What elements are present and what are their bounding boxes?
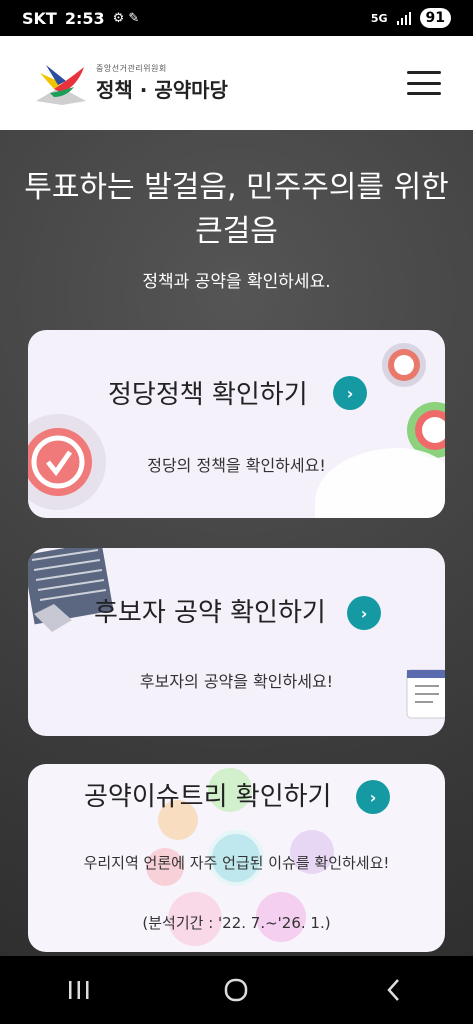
hero-subtitle: 정책과 공약을 확인하세요. xyxy=(142,272,331,292)
issue-tree-desc: 우리지역 언론에 자주 언급된 이슈를 확인하세요! xyxy=(83,854,390,872)
back-button[interactable] xyxy=(364,970,424,1010)
carrier-label: SKT xyxy=(22,8,57,28)
party-policy-title: 정당정책 확인하기 xyxy=(108,380,308,410)
home-icon xyxy=(225,978,248,1002)
candidate-pledge-card[interactable]: 후보자 공약 확인하기 › 후보자의 공약을 확인하세요! xyxy=(28,548,445,736)
party-policy-card[interactable]: 정당정책 확인하기 › 정당의 정책을 확인하세요! xyxy=(28,330,445,518)
clock: 2:53 xyxy=(64,8,105,28)
battery-indicator: 91 xyxy=(419,8,451,28)
hero-title: 투표하는 발걸음, 민주주의를 위한 큰걸음 xyxy=(24,170,449,249)
signal-icon xyxy=(396,12,411,25)
candidate-pledge-arrow-button[interactable]: › xyxy=(347,596,381,630)
back-icon xyxy=(387,979,400,1001)
election-commission-logo-icon xyxy=(36,65,86,105)
candidate-pledge-title: 후보자 공약 확인하기 xyxy=(94,598,326,628)
analysis-period: (분석기간 : '22. 7.~'26. 1.) xyxy=(142,914,331,932)
notification-icon: ⚙ ✎ xyxy=(112,10,140,26)
site-title: 정책 · 공약마당 xyxy=(96,78,228,102)
party-policy-arrow-button[interactable]: › xyxy=(333,376,367,410)
issue-tree-title: 공약이슈트리 확인하기 xyxy=(84,782,332,812)
issue-tree-arrow-button[interactable]: › xyxy=(356,780,390,814)
recent-apps-icon xyxy=(68,981,89,999)
network-label: 5G xyxy=(370,11,388,25)
menu-button[interactable] xyxy=(407,71,441,95)
pledge-issue-tree-card[interactable]: 공약이슈트리 확인하기 › 우리지역 언론에 자주 언급된 이슈를 확인하세요!… xyxy=(28,764,445,952)
menu-icon xyxy=(407,71,441,74)
site-header: 중앙선거관리위원회 정책 · 공약마당 xyxy=(0,36,473,130)
recent-apps-button[interactable] xyxy=(49,970,109,1010)
home-button[interactable] xyxy=(206,970,266,1010)
main-content: 투표하는 발걸음, 민주주의를 위한 큰걸음 정책과 공약을 확인하세요. 정당… xyxy=(0,130,473,956)
system-nav-bar xyxy=(0,956,473,1024)
candidate-pledge-desc: 후보자의 공약을 확인하세요! xyxy=(139,672,334,691)
status-bar: SKT 2:53 ⚙ ✎ 5G 91 xyxy=(0,0,473,36)
party-policy-desc: 정당의 정책을 확인하세요! xyxy=(147,456,326,475)
org-name: 중앙선거관리위원회 xyxy=(96,64,167,73)
site-logo[interactable]: 중앙선거관리위원회 정책 · 공약마당 xyxy=(32,59,228,107)
small-stamp-icon xyxy=(382,343,426,387)
